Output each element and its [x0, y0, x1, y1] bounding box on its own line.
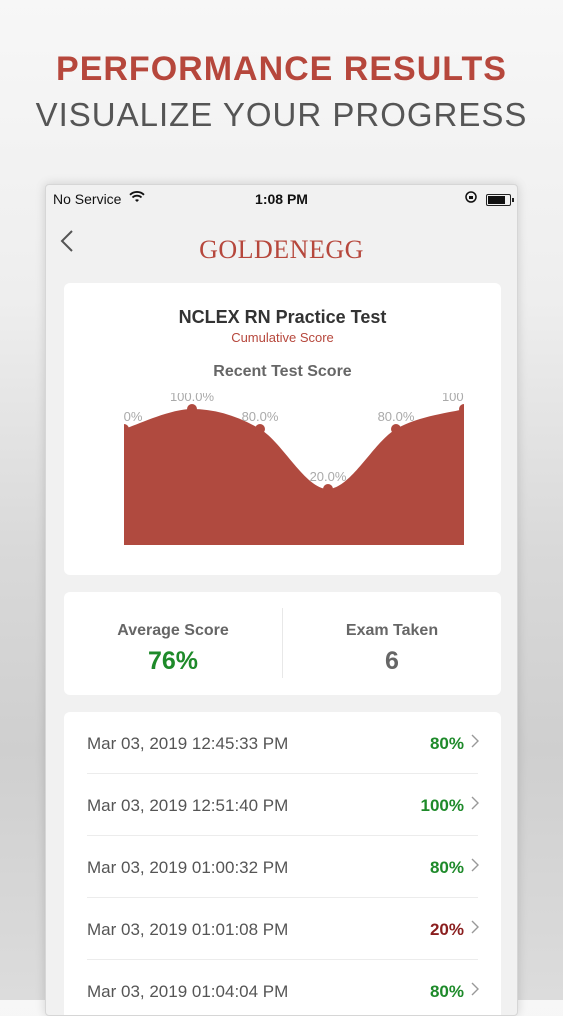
chart-heading: Recent Test Score: [213, 363, 352, 380]
exams-taken-label: Exam Taken: [345, 622, 439, 639]
clock-label: 1:08 PM: [255, 191, 308, 207]
result-date: Mar 03, 2019 01:01:08 PM: [87, 920, 289, 939]
test-subtitle: Cumulative Score: [231, 330, 334, 345]
promo-title: PERFORMANCE RESULTS: [56, 50, 507, 88]
test-title: NCLEX RN Practice Test: [178, 307, 387, 327]
status-bar: No Service 1:08 PM: [46, 185, 517, 213]
result-row[interactable]: Mar 03, 2019 12:51:40 PM 100%: [64, 774, 501, 836]
score-area: [124, 409, 464, 545]
result-date: Mar 03, 2019 01:00:32 PM: [87, 858, 289, 877]
score-point-label: 20.0%: [310, 469, 347, 484]
promo-subtitle: VISUALIZE YOUR PROGRESS: [35, 96, 528, 133]
average-score-value: 76%: [147, 647, 199, 675]
result-row[interactable]: Mar 03, 2019 12:45:33 PM 80%: [64, 712, 501, 774]
result-score: 80%: [429, 858, 464, 877]
result-score: 80%: [429, 734, 464, 753]
result-date: Mar 03, 2019 01:04:04 PM: [87, 982, 289, 1001]
rotation-lock-icon: [464, 190, 478, 207]
result-score: 20%: [429, 920, 464, 939]
results-list: Mar 03, 2019 12:45:33 PM 80% Mar 03, 2019 …: [64, 712, 501, 1015]
score-point-label: 80.0%: [242, 409, 279, 424]
score-point[interactable]: [391, 424, 401, 434]
chevron-right-icon: [471, 793, 479, 816]
chevron-right-icon: [471, 855, 479, 878]
result-row[interactable]: Mar 03, 2019 01:01:08 PM 20%: [64, 898, 501, 960]
score-point[interactable]: [459, 404, 469, 414]
average-score-label: Average Score: [117, 622, 229, 639]
stats-card: Average Score 76% Exam Taken 6: [64, 592, 501, 695]
result-row[interactable]: Mar 03, 2019 01:04:04 PM 80%: [64, 960, 501, 1015]
score-point[interactable]: [323, 484, 333, 494]
battery-icon: [486, 194, 514, 206]
result-row[interactable]: Mar 03, 2019 01:00:32 PM 80%: [64, 836, 501, 898]
chevron-right-icon: [471, 731, 479, 754]
result-score: 100%: [420, 796, 464, 815]
score-point[interactable]: [187, 404, 197, 414]
nav-bar: GOLDENEGG: [46, 221, 517, 271]
score-chart: 80.0% 100.0% 80.0% 20.0% 80.0% 100.0%: [106, 393, 487, 545]
score-point-label: 100.0%: [170, 393, 215, 404]
chart-card: NCLEX RN Practice Test Cumulative Score …: [64, 283, 501, 575]
phone-screen: No Service 1:08 PM GOLDENEGG NCLEX RN Pr…: [45, 184, 518, 1016]
result-score: 80%: [429, 982, 464, 1001]
score-point-label: 80.0%: [106, 409, 143, 424]
score-point[interactable]: [255, 424, 265, 434]
exams-taken-value: 6: [385, 647, 399, 675]
chevron-right-icon: [471, 917, 479, 940]
score-point-label: 100.0%: [442, 393, 487, 404]
result-date: Mar 03, 2019 12:45:33 PM: [87, 734, 289, 753]
score-point[interactable]: [119, 424, 129, 434]
brand-logo: GOLDENEGG: [199, 235, 364, 264]
chevron-right-icon: [471, 979, 479, 1002]
score-point-label: 80.0%: [378, 409, 415, 424]
result-date: Mar 03, 2019 12:51:40 PM: [87, 796, 289, 815]
